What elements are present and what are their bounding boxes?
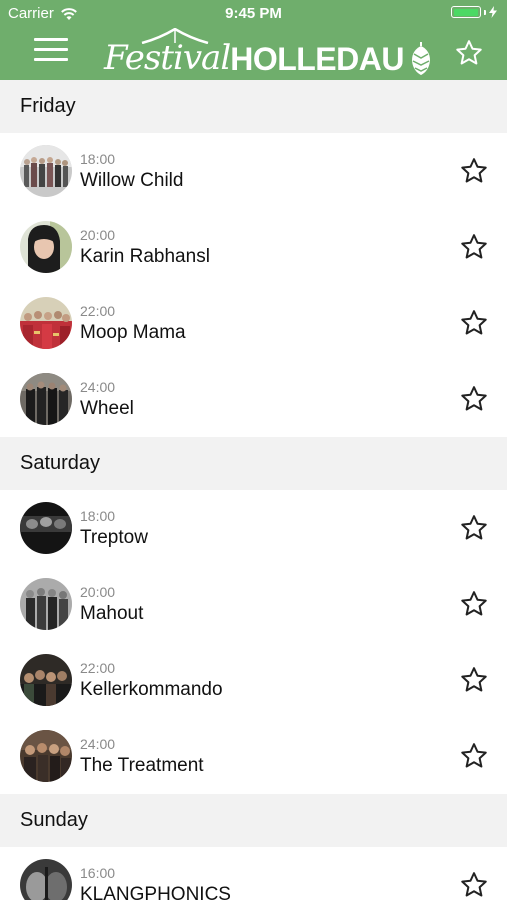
list-item[interactable]: 20:00 Karin Rabhansl: [0, 209, 507, 285]
star-outline-icon: [461, 158, 487, 183]
app-screen: Carrier 9:45 PM Festival HOLLEDAU Friday…: [0, 0, 507, 900]
list-item[interactable]: 22:00 Moop Mama: [0, 285, 507, 361]
set-time: 20:00: [80, 227, 116, 243]
set-time: 18:00: [80, 508, 116, 524]
star-outline-icon: [461, 386, 487, 411]
favorite-star-button[interactable]: [459, 741, 489, 771]
star-outline-icon: [461, 872, 487, 897]
artist-name: Wheel: [80, 398, 134, 419]
set-time: 22:00: [80, 303, 116, 319]
list-item[interactable]: 24:00 Wheel: [0, 361, 507, 437]
star-outline-icon: [461, 515, 487, 540]
favorite-star-button[interactable]: [459, 156, 489, 186]
list-item[interactable]: 18:00 Willow Child: [0, 133, 507, 209]
section-header-friday: Friday: [0, 80, 507, 133]
section-header-sunday: Sunday: [0, 794, 507, 847]
list-item[interactable]: 22:00 Kellerkommando: [0, 642, 507, 718]
section-header-saturday: Saturday: [0, 437, 507, 490]
star-outline-icon: [461, 743, 487, 768]
star-outline-icon: [461, 310, 487, 335]
set-time: 24:00: [80, 379, 116, 395]
artist-avatar: [20, 654, 72, 706]
artist-name: Treptow: [80, 527, 148, 548]
section-day-label: Sunday: [20, 809, 88, 831]
section-day-label: Saturday: [20, 452, 101, 474]
schedule-list: Friday 18:00 Willow Child 20:00 Karin Ra…: [0, 80, 507, 900]
artist-name: Moop Mama: [80, 322, 186, 343]
set-time: 22:00: [80, 660, 116, 676]
logo-script-text: Festival: [104, 38, 231, 78]
favorite-star-button[interactable]: [459, 589, 489, 619]
artist-avatar: [20, 145, 72, 197]
set-time: 18:00: [80, 151, 116, 167]
artist-name: The Treatment: [80, 755, 204, 776]
nav-header: Carrier 9:45 PM Festival HOLLEDAU: [0, 0, 507, 80]
artist-name: Mahout: [80, 603, 144, 624]
favorites-button[interactable]: [454, 38, 484, 68]
set-time: 20:00: [80, 584, 116, 600]
list-item[interactable]: 20:00 Mahout: [0, 566, 507, 642]
tent-logo-icon: [141, 28, 209, 44]
star-outline-icon: [461, 667, 487, 692]
list-item[interactable]: 18:00 Treptow: [0, 490, 507, 566]
star-outline-icon: [456, 40, 482, 65]
hamburger-menu-button[interactable]: [34, 38, 68, 64]
favorite-star-button[interactable]: [459, 513, 489, 543]
favorite-star-button[interactable]: [459, 384, 489, 414]
battery-icon: [451, 6, 497, 18]
section-day-label: Friday: [20, 95, 76, 117]
charging-bolt-icon: [489, 6, 497, 18]
hop-icon: [412, 42, 430, 75]
artist-name: KLANGPHONICS: [80, 884, 231, 900]
star-outline-icon: [461, 234, 487, 259]
favorite-star-button[interactable]: [459, 308, 489, 338]
star-outline-icon: [461, 591, 487, 616]
artist-name: Kellerkommando: [80, 679, 223, 700]
set-time: 16:00: [80, 865, 116, 881]
list-item[interactable]: 24:00 The Treatment: [0, 718, 507, 794]
artist-name: Karin Rabhansl: [80, 246, 210, 267]
status-bar: Carrier 9:45 PM: [0, 0, 507, 28]
artist-name: Willow Child: [80, 170, 184, 191]
set-time: 24:00: [80, 736, 116, 752]
artist-avatar: [20, 373, 72, 425]
festival-logo: Festival HOLLEDAU: [104, 28, 434, 78]
status-time: 9:45 PM: [225, 5, 282, 22]
artist-avatar: [20, 502, 72, 554]
list-item[interactable]: 16:00 KLANGPHONICS: [0, 847, 507, 900]
artist-avatar: [20, 730, 72, 782]
logo-caps-text: HOLLEDAU: [230, 41, 404, 77]
artist-avatar: [20, 221, 72, 273]
favorite-star-button[interactable]: [459, 232, 489, 262]
artist-avatar: [20, 859, 72, 900]
favorite-star-button[interactable]: [459, 665, 489, 695]
artist-avatar: [20, 297, 72, 349]
favorite-star-button[interactable]: [459, 870, 489, 900]
artist-avatar: [20, 578, 72, 630]
